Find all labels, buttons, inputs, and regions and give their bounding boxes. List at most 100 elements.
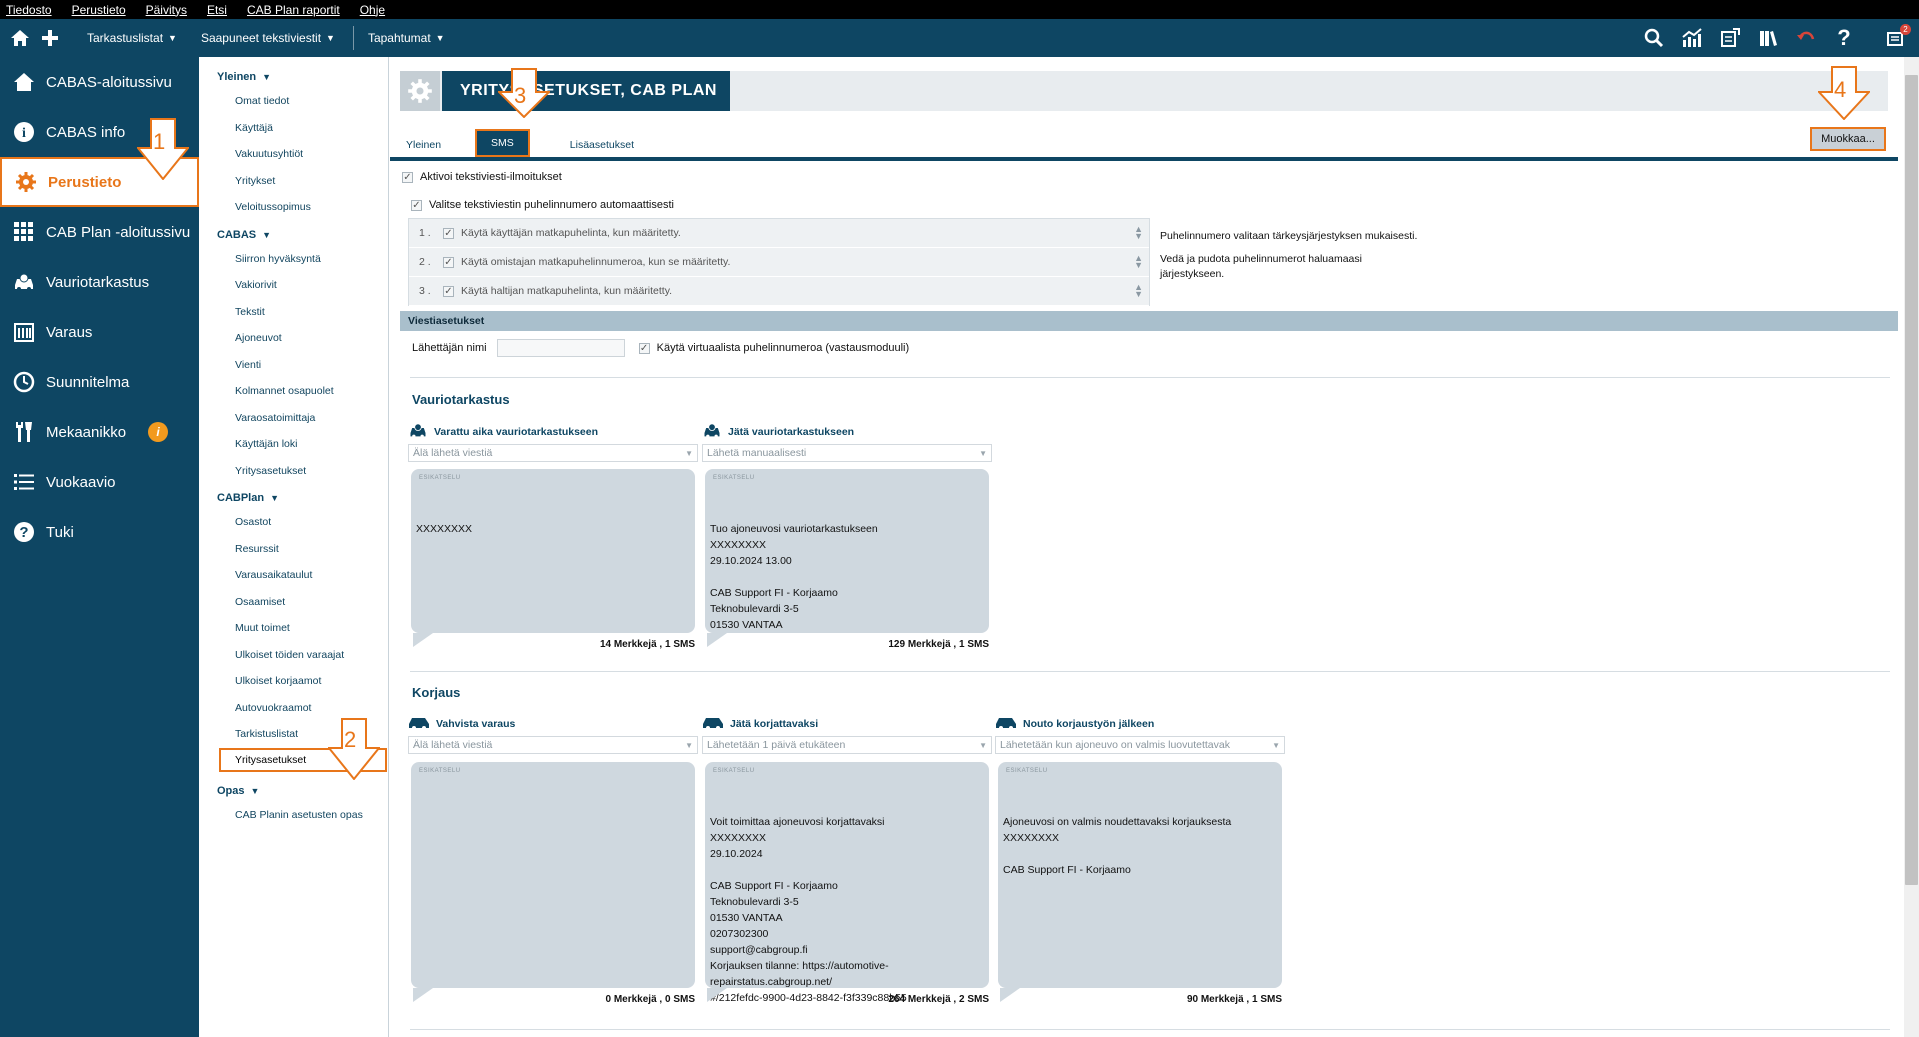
subnav-item-resurssit[interactable]: Resurssit bbox=[199, 536, 388, 563]
report-icon[interactable] bbox=[1717, 25, 1743, 51]
subnav-item-muut-toimet[interactable]: Muut toimet bbox=[199, 615, 388, 642]
sidebar-item-varaus[interactable]: Varaus bbox=[0, 307, 199, 357]
send-option-select[interactable]: Lähetetään kun ajoneuvo on valmis luovut… bbox=[995, 736, 1285, 754]
events-dropdown[interactable]: Tapahtumat ▼ bbox=[368, 31, 445, 45]
sms-preview-bubble: ESIKATSELU XXXXXXXX bbox=[411, 469, 695, 633]
sidebar-item-vauriotarkastus[interactable]: Vauriotarkastus bbox=[0, 257, 199, 307]
subnav-item-vienti[interactable]: Vienti bbox=[199, 352, 388, 379]
select-value: Lähetetään kun ajoneuvo on valmis luovut… bbox=[1000, 739, 1230, 751]
subnav-item-kolmannet-osapuolet[interactable]: Kolmannet osapuolet bbox=[199, 378, 388, 405]
subnav-item-osaamiset[interactable]: Osaamiset bbox=[199, 589, 388, 616]
edit-button[interactable]: Muokkaa... bbox=[1810, 127, 1886, 151]
send-option-select[interactable]: Älä lähetä viestiä ▼ bbox=[408, 444, 698, 462]
tab-lisaasetukset[interactable]: Lisäasetukset bbox=[564, 139, 640, 157]
car-damage-icon bbox=[408, 423, 428, 441]
messages-icon[interactable]: 2 bbox=[1883, 24, 1911, 51]
reorder-arrows-icon[interactable]: ▲ ▼ bbox=[1134, 225, 1143, 241]
activate-sms-checkbox[interactable]: ✓ bbox=[402, 171, 413, 183]
clock-icon bbox=[12, 370, 36, 394]
help-icon[interactable]: ? bbox=[1831, 25, 1857, 51]
sidebar-item-suunnitelma[interactable]: Suunnitelma bbox=[0, 357, 199, 407]
send-option-select[interactable]: Lähetä manuaalisesti ▼ bbox=[702, 444, 992, 462]
subnav-item-cab-plan-guide[interactable]: CAB Planin asetusten opas bbox=[199, 802, 388, 829]
activate-sms-label: Aktivoi tekstiviesti-ilmoitukset bbox=[420, 171, 562, 183]
subnav-item-siirron-hyvaksynta[interactable]: Siirron hyväksyntä bbox=[199, 246, 388, 273]
sidebar-item-tuki[interactable]: ? Tuki bbox=[0, 507, 199, 557]
plus-icon[interactable] bbox=[37, 25, 63, 51]
subnav-heading-cabplan[interactable]: CABPlan ▼ bbox=[199, 487, 388, 509]
subnav-item-cabas-yritysasetukset[interactable]: Yritysasetukset bbox=[199, 458, 388, 485]
toolbar-right-actions: ? 2 bbox=[1629, 19, 1911, 57]
home-icon[interactable] bbox=[7, 25, 33, 51]
grid-icon bbox=[12, 220, 36, 244]
callout-arrow-4: 4 bbox=[1816, 66, 1872, 121]
subnav-heading-label: CABAS bbox=[217, 228, 257, 241]
auto-phone-checkbox[interactable]: ✓ bbox=[411, 199, 422, 211]
car-icon bbox=[702, 715, 724, 733]
undo-icon[interactable] bbox=[1793, 25, 1819, 51]
subnav-item-osastot[interactable]: Osastot bbox=[199, 509, 388, 536]
char-count: 14 Merkkejä , 1 SMS bbox=[599, 639, 695, 650]
priority-row[interactable]: 1 . ✓ Käytä käyttäjän matkapuhelinta, ku… bbox=[409, 219, 1149, 248]
subnav-item-ulkoiset-toiden-varaajat[interactable]: Ulkoiset töiden varaajat bbox=[199, 642, 388, 669]
menu-paivitys[interactable]: Päivitys bbox=[146, 3, 187, 17]
subnav-heading-yleinen[interactable]: Yleinen ▼ bbox=[199, 66, 388, 88]
search-icon[interactable] bbox=[1641, 25, 1667, 51]
subnav-item-varaosatoimittaja[interactable]: Varaosatoimittaja bbox=[199, 405, 388, 432]
sidebar-item-label: Vuokaavio bbox=[46, 473, 116, 491]
subnav-item-vakuutusyhtiot[interactable]: Vakuutusyhtiöt bbox=[199, 141, 388, 168]
tab-yleinen[interactable]: Yleinen bbox=[400, 139, 447, 157]
priority-note-line: Vedä ja pudota puhelinnumerot haluamaasi… bbox=[1160, 253, 1362, 280]
sidebar-item-mekaanikko[interactable]: Mekaanikko i bbox=[0, 407, 199, 457]
subnav-item-kayttaja[interactable]: Käyttäjä bbox=[199, 115, 388, 142]
preview-label: ESIKATSELU bbox=[419, 768, 461, 774]
send-option-select[interactable]: Älä lähetä viestiä ▼ bbox=[408, 736, 698, 754]
sidebar-item-cab-plan-home[interactable]: CAB Plan -aloitussivu bbox=[0, 207, 199, 257]
menu-etsi[interactable]: Etsi bbox=[207, 3, 227, 17]
incoming-sms-dropdown[interactable]: Saapuneet tekstiviestit ▼ bbox=[201, 31, 335, 45]
priority-checkbox[interactable]: ✓ bbox=[443, 285, 454, 297]
menu-cab-plan-raportit[interactable]: CAB Plan raportit bbox=[247, 3, 340, 17]
priority-row[interactable]: 3 . ✓ Käytä haltijan matkapuhelinta, kun… bbox=[409, 277, 1149, 306]
chevron-down-icon: ▼ bbox=[262, 229, 272, 240]
card-title: Jätä korjattavaksi bbox=[730, 718, 819, 730]
virtual-number-checkbox[interactable]: ✓ bbox=[638, 342, 650, 354]
menu-tiedosto[interactable]: Tiedosto bbox=[6, 3, 52, 17]
reorder-arrows-icon[interactable]: ▲ ▼ bbox=[1134, 254, 1143, 270]
card-header: Varattu aika vauriotarkastukseen bbox=[408, 423, 700, 441]
preview-text: Tuo ajoneuvosi vauriotarkastukseen XXXXX… bbox=[710, 523, 878, 631]
reorder-arrows-icon[interactable]: ▲ ▼ bbox=[1134, 283, 1143, 299]
send-option-select[interactable]: Lähetetään 1 päivä etukäteen ▼ bbox=[702, 736, 992, 754]
analytics-icon[interactable] bbox=[1679, 25, 1705, 51]
priority-row[interactable]: 2 . ✓ Käytä omistajan matkapuhelinnumero… bbox=[409, 248, 1149, 277]
subnav-heading-label: Yleinen bbox=[217, 71, 257, 83]
sidebar-item-label: Varaus bbox=[46, 323, 93, 341]
subnav-item-varausaikataulut[interactable]: Varausaikataulut bbox=[199, 562, 388, 589]
menu-ohje[interactable]: Ohje bbox=[360, 3, 385, 17]
subnav-item-ulkoiset-korjaamot[interactable]: Ulkoiset korjaamot bbox=[199, 668, 388, 695]
subnav-item-kayttajan-loki[interactable]: Käyttäjän loki bbox=[199, 431, 388, 458]
subnav-item-tekstit[interactable]: Tekstit bbox=[199, 299, 388, 326]
priority-checkbox[interactable]: ✓ bbox=[443, 227, 454, 239]
books-icon[interactable] bbox=[1755, 25, 1781, 51]
menu-perustieto[interactable]: Perustieto bbox=[72, 3, 126, 17]
subnav-item-veloitussopimus[interactable]: Veloitussopimus bbox=[199, 194, 388, 221]
preview-label: ESIKATSELU bbox=[419, 475, 461, 481]
callout-arrow-3: 3 bbox=[496, 68, 552, 119]
tab-sms[interactable]: SMS bbox=[475, 129, 530, 157]
subnav-item-vakiorivit[interactable]: Vakiorivit bbox=[199, 272, 388, 299]
events-dropdown-label: Tapahtumat bbox=[367, 31, 431, 45]
sender-name-input[interactable] bbox=[496, 339, 625, 357]
subnav-heading-cabas[interactable]: CABAS ▼ bbox=[199, 224, 388, 246]
group-title-korjaus: Korjaus bbox=[412, 685, 461, 700]
subnav-item-ajoneuvot[interactable]: Ajoneuvot bbox=[199, 325, 388, 352]
subnav-item-yritykset[interactable]: Yritykset bbox=[199, 168, 388, 195]
sidebar-item-vuokaavio[interactable]: Vuokaavio bbox=[0, 457, 199, 507]
subnav-item-omat-tiedot[interactable]: Omat tiedot bbox=[199, 88, 388, 115]
priority-checkbox[interactable]: ✓ bbox=[443, 256, 454, 268]
subnav-heading-opas[interactable]: Opas ▼ bbox=[199, 780, 388, 802]
checklists-dropdown[interactable]: Tarkastuslistat ▼ bbox=[87, 31, 177, 45]
sidebar-item-cabas-home[interactable]: CABAS-aloitussivu bbox=[0, 57, 199, 107]
select-value: Älä lähetä viestiä bbox=[413, 447, 493, 459]
scrollbar-thumb[interactable] bbox=[1905, 75, 1918, 885]
